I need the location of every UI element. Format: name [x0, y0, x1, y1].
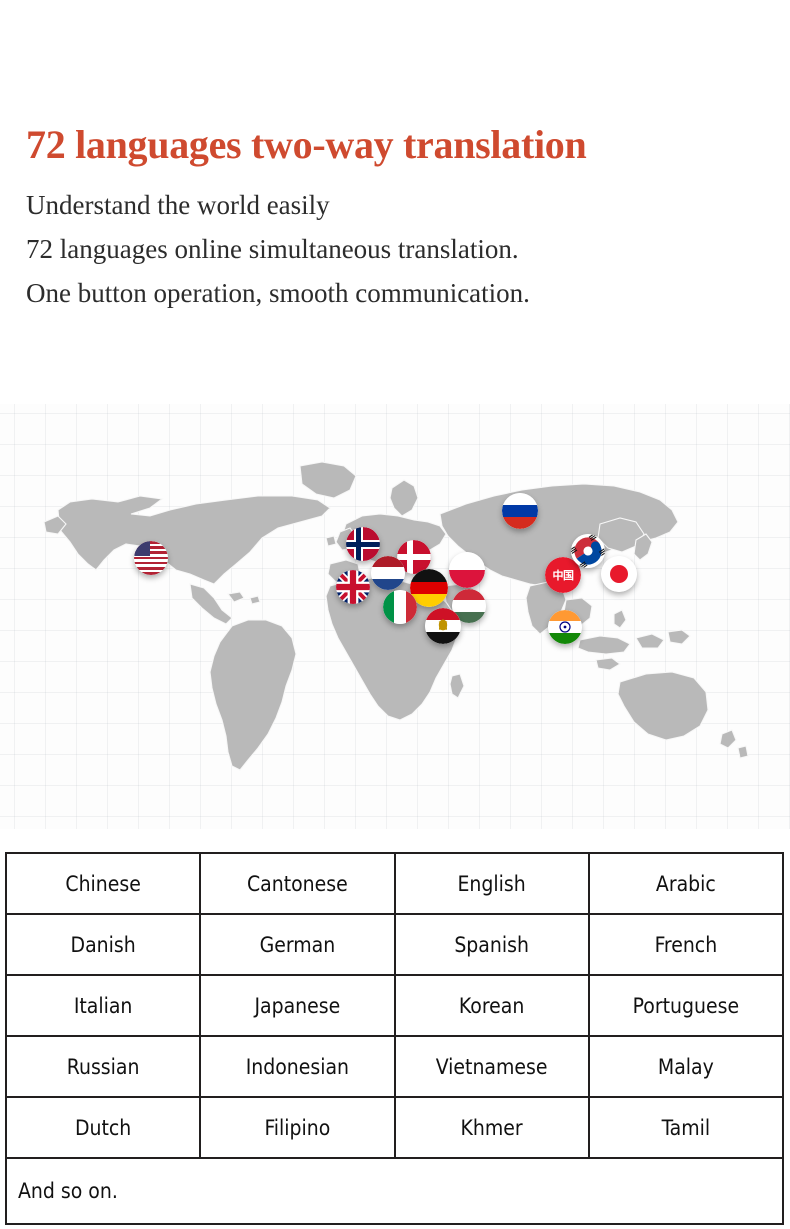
- language-cell: Spanish: [393, 913, 590, 976]
- language-cell: Portuguese: [587, 974, 785, 1037]
- flag-united-states-pin: [134, 541, 168, 575]
- language-cell: Malay: [587, 1035, 785, 1098]
- language-cell: Vietnamese: [393, 1035, 590, 1098]
- flag-japan-pin: [601, 556, 637, 592]
- language-cell: Tamil: [587, 1096, 785, 1159]
- language-cell: Chinese: [4, 852, 202, 915]
- flag-united-kingdom-pin: [336, 570, 370, 604]
- language-cell: German: [199, 913, 396, 976]
- language-cell: Korean: [393, 974, 590, 1037]
- language-cell: English: [393, 852, 590, 915]
- language-cell: Italian: [4, 974, 202, 1037]
- table-row: Italian Japanese Korean Portuguese: [4, 974, 785, 1037]
- flag-poland-pin: [449, 552, 485, 588]
- language-cell: Cantonese: [199, 852, 396, 915]
- table-row: Russian Indonesian Vietnamese Malay: [4, 1035, 785, 1098]
- flag-india-pin: [548, 610, 582, 644]
- flag-south-korea-pin: [571, 534, 605, 568]
- language-cell: French: [587, 913, 785, 976]
- page-title: 72 languages two-way translation: [26, 121, 587, 167]
- language-cell: Arabic: [587, 852, 785, 915]
- subtitle-line-1: Understand the world easily: [26, 190, 330, 220]
- language-cell: Danish: [4, 913, 202, 976]
- table-row-footer: And so on.: [5, 1157, 784, 1225]
- subtitle-line-2: 72 languages online simultaneous transla…: [26, 234, 519, 264]
- table-row: Dutch Filipino Khmer Tamil: [4, 1096, 785, 1159]
- language-cell: Filipino: [199, 1096, 396, 1159]
- language-cell: Russian: [4, 1035, 202, 1098]
- language-cell: Japanese: [199, 974, 396, 1037]
- flag-italy-pin: [383, 590, 417, 624]
- language-cell: Dutch: [4, 1096, 202, 1159]
- supported-languages-table: Chinese Cantonese English Arabic Danish …: [4, 852, 785, 1225]
- world-map-illustration: 中国: [0, 404, 790, 829]
- table-row: Chinese Cantonese English Arabic: [4, 852, 785, 915]
- language-cell: Khmer: [393, 1096, 590, 1159]
- flag-russia-pin: [502, 493, 538, 529]
- subtitle-line-3: One button operation, smooth communicati…: [26, 278, 530, 308]
- flag-netherlands-pin: [371, 556, 405, 590]
- language-cell: Indonesian: [199, 1035, 396, 1098]
- table-footer-note: And so on.: [5, 1157, 784, 1225]
- flag-egypt-pin: [425, 608, 461, 644]
- subtitle-block: Understand the world easily 72 languages…: [26, 183, 766, 315]
- table-body: Chinese Cantonese English Arabic Danish …: [4, 852, 785, 1225]
- table-row: Danish German Spanish French: [4, 913, 785, 976]
